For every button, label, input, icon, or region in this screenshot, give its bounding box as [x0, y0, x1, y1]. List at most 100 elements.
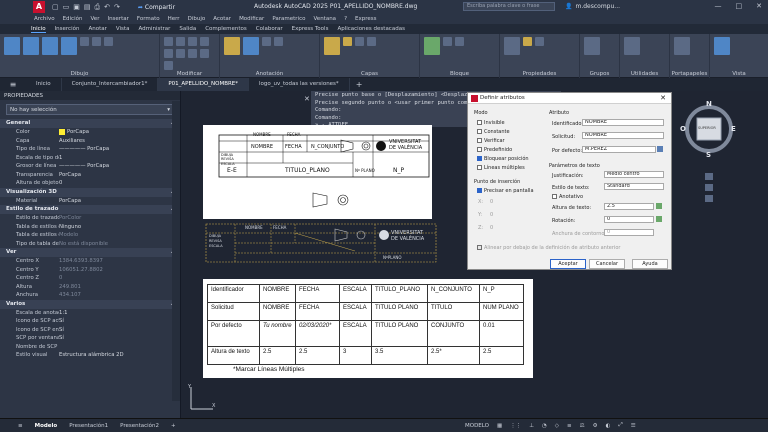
line-tool-icon[interactable] — [4, 37, 20, 55]
tab-vista[interactable]: Vista — [116, 26, 130, 32]
leader-icon[interactable] — [262, 37, 271, 46]
tab-salida[interactable]: Salida — [179, 26, 196, 32]
insert-block-icon[interactable] — [424, 37, 440, 55]
dimension-icon[interactable] — [243, 37, 259, 55]
property-row[interactable]: Material PorCapa — [0, 197, 180, 206]
justificacion-select[interactable]: Medio centro — [604, 171, 664, 178]
mode-checkbox[interactable] — [477, 120, 482, 125]
property-value[interactable]: Sí — [59, 317, 180, 326]
lineweight-icon[interactable]: ≡ — [567, 423, 572, 429]
linetype-icon[interactable] — [535, 37, 544, 46]
z-value[interactable]: 0 — [490, 225, 493, 231]
close-command-icon[interactable]: ✕ — [304, 95, 310, 103]
rotacion-input[interactable]: 0 — [604, 216, 654, 223]
menu-modificar[interactable]: Modificar — [239, 16, 264, 22]
viewcube-east[interactable]: E — [731, 125, 736, 133]
zoom-icon[interactable] — [705, 184, 713, 191]
tab-presentacion1[interactable]: Presentación1 — [63, 423, 114, 429]
property-row[interactable]: Altura 249.801 — [0, 283, 180, 292]
property-row[interactable]: Centro X 1384.6393.8397 — [0, 257, 180, 266]
property-row[interactable]: Anchura 434.107 — [0, 291, 180, 300]
por-defecto-input[interactable]: M.PEREZ — [582, 146, 656, 153]
undo-icon[interactable]: ↶ — [104, 3, 110, 12]
new-file-icon[interactable]: ▢ — [52, 3, 59, 12]
ayuda-button[interactable]: Ayuda — [632, 259, 668, 269]
copy-icon[interactable] — [200, 37, 209, 46]
viewcube-south[interactable]: S — [706, 151, 711, 159]
tab-anotar[interactable]: Anotar — [88, 26, 106, 32]
x-value[interactable]: 0 — [490, 199, 493, 205]
property-row[interactable]: Centro Z 0 — [0, 274, 180, 283]
menu-ventana[interactable]: Ventana — [313, 16, 336, 22]
close-button[interactable]: ✕ — [756, 2, 762, 10]
viewcube[interactable]: N S E O SUPERIOR — [679, 99, 739, 163]
anchura-contorno-input[interactable]: 0 — [604, 229, 654, 236]
property-value[interactable]: 0 — [59, 179, 180, 188]
menu-insertar[interactable]: Insertar — [107, 16, 128, 22]
tab-inicio[interactable]: Inicio — [31, 26, 46, 33]
property-value[interactable]: 434.107 — [59, 291, 180, 300]
pan-icon[interactable] — [705, 173, 713, 180]
menu-edicion[interactable]: Edición — [63, 16, 83, 22]
layer-freeze-icon[interactable] — [355, 37, 364, 46]
menu-acotar[interactable]: Acotar — [213, 16, 231, 22]
properties-section-header[interactable]: Ver▴ — [0, 248, 180, 257]
layout-nav-icon[interactable]: ≡ — [12, 423, 29, 429]
open-file-icon[interactable]: ▭ — [63, 3, 70, 12]
properties-section-header[interactable]: General▴ — [0, 119, 180, 128]
viewcube-face-label[interactable]: SUPERIOR — [698, 126, 716, 130]
aceptar-button[interactable]: Aceptar — [550, 259, 586, 269]
menu-formato[interactable]: Formato — [137, 16, 160, 22]
altura-texto-input[interactable]: 2.5 — [604, 203, 654, 210]
property-row[interactable]: Tipo de tabla de trazadoNo está disponib… — [0, 240, 180, 249]
arc-tool-icon[interactable] — [61, 37, 77, 55]
viewcube-north[interactable]: N — [706, 100, 712, 108]
altura-pick-button[interactable] — [656, 203, 662, 209]
dialog-close-button[interactable]: ✕ — [660, 93, 666, 104]
array-icon[interactable] — [164, 61, 173, 70]
share-button[interactable]: ➦ Compartir — [138, 4, 175, 11]
rotacion-pick-button[interactable] — [656, 216, 662, 222]
layer-lock-icon[interactable] — [367, 37, 376, 46]
estilo-texto-select[interactable]: Standard — [604, 183, 664, 190]
search-input[interactable]: Escriba palabra clave o frase — [463, 2, 555, 11]
fullscreen-icon[interactable]: ⤢ — [618, 422, 622, 429]
view-icon[interactable] — [714, 37, 730, 55]
polyline-tool-icon[interactable] — [23, 37, 39, 55]
tab-express-tools[interactable]: Express Tools — [292, 26, 329, 32]
minimize-button[interactable]: — — [715, 2, 722, 10]
property-value[interactable]: Modelo — [59, 231, 180, 240]
move-icon[interactable] — [164, 37, 173, 46]
text-icon[interactable] — [224, 37, 240, 55]
hatch-tool-icon[interactable] — [92, 37, 101, 46]
rectangle-tool-icon[interactable] — [80, 37, 89, 46]
property-value[interactable]: 1 — [59, 154, 180, 163]
property-value[interactable]: 1384.6393.8397 — [59, 257, 180, 266]
property-value[interactable]: ————— PorCapa — [59, 145, 180, 154]
property-value[interactable]: 249.801 — [59, 283, 180, 292]
align-below-checkbox[interactable] — [477, 245, 482, 250]
properties-section-header[interactable]: Varios▴ — [0, 299, 180, 309]
mode-checkbox[interactable] — [477, 138, 482, 143]
user-account[interactable]: 👤 m.descompu... — [565, 3, 620, 10]
property-value[interactable]: No está disponible — [59, 240, 180, 249]
polar-icon[interactable]: ◔ — [542, 423, 547, 429]
ortho-icon[interactable]: ⊥ — [529, 423, 534, 429]
plot-icon[interactable]: ⎙ — [95, 3, 101, 12]
anotativo-checkbox[interactable] — [552, 194, 557, 199]
property-value[interactable]: PorCapa — [59, 197, 180, 206]
property-row[interactable]: Grosor de línea ————— PorCapa — [0, 162, 180, 171]
property-row[interactable]: Altura de objeto 0 — [0, 179, 180, 188]
property-row[interactable]: Icono de SCP activadoSí — [0, 317, 180, 326]
property-value[interactable]: 1:1 — [59, 309, 180, 318]
property-row[interactable]: Escala de tipo de línea1 — [0, 154, 180, 163]
menu-help[interactable]: ? — [344, 16, 347, 22]
viewcube-west[interactable]: O — [680, 125, 686, 133]
doc-tab-logo[interactable]: logo_uv_todas las versiones* — [249, 78, 350, 91]
layer-on-icon[interactable] — [343, 37, 352, 46]
properties-section-header[interactable]: Visualización 3D▴ — [0, 187, 180, 197]
y-value[interactable]: 0 — [490, 212, 493, 218]
insert-field-button[interactable] — [657, 146, 663, 152]
menu-parametrico[interactable]: Parametrico — [272, 16, 305, 22]
mirror-icon[interactable] — [164, 49, 173, 58]
